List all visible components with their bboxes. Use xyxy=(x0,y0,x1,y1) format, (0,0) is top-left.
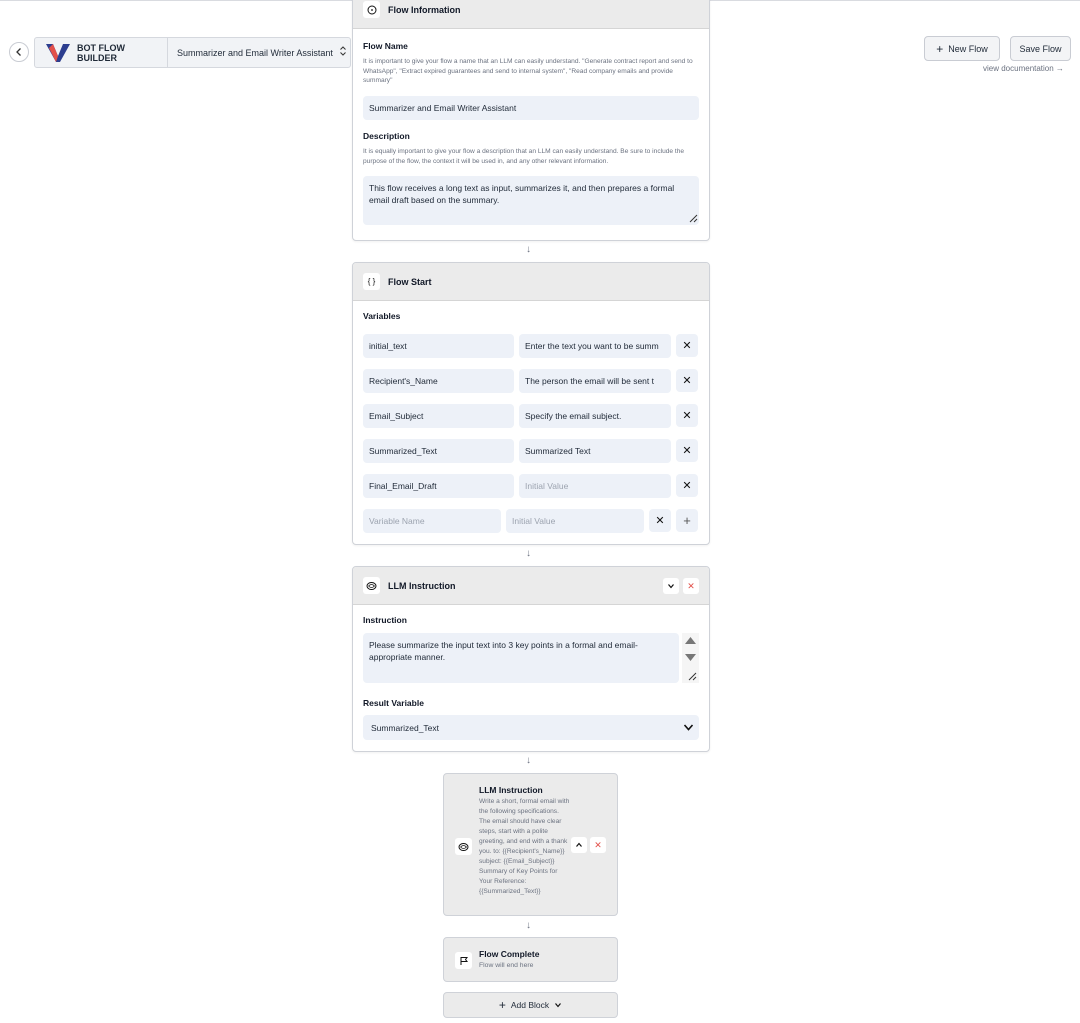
add-block-button[interactable]: + Add Block xyxy=(443,992,618,1018)
close-icon: ✕ xyxy=(594,839,602,850)
new-variable-value-input[interactable]: Initial Value xyxy=(506,509,644,533)
close-icon: ✕ xyxy=(687,580,695,591)
brain-icon xyxy=(455,838,472,855)
variable-value-input[interactable]: Enter the text you want to be summ xyxy=(519,334,671,358)
variable-name-input[interactable]: initial_text xyxy=(363,334,514,358)
flow-complete-title: Flow Complete xyxy=(479,949,540,959)
block-title: LLM Instruction xyxy=(479,785,543,795)
chevron-down-icon xyxy=(555,1003,562,1008)
view-documentation-link[interactable]: view documentation → xyxy=(983,64,1064,73)
save-flow-button[interactable]: Save Flow xyxy=(1010,36,1071,61)
llm-instruction-collapsed-card[interactable]: LLM Instruction Write a short, formal em… xyxy=(443,773,618,916)
flow-selector[interactable]: Summarizer and Email Writer Assistant xyxy=(177,48,333,58)
chevron-left-icon xyxy=(16,48,21,56)
braces-icon: { } xyxy=(363,273,380,290)
flag-icon xyxy=(455,952,472,969)
delete-block-button[interactable]: ✕ xyxy=(590,837,606,853)
block-summary: Write a short, formal email with the fol… xyxy=(479,798,570,895)
chevron-up-down-icon[interactable] xyxy=(339,44,347,62)
plus-icon: + xyxy=(936,41,944,56)
flow-complete-subtitle: Flow will end here xyxy=(479,962,534,969)
flow-start-card: { } Flow Start Variables initial_text En… xyxy=(352,262,710,545)
plus-icon: + xyxy=(683,513,691,528)
remove-variable-button[interactable]: ✕ xyxy=(676,334,698,357)
delete-block-button[interactable]: ✕ xyxy=(683,578,699,594)
new-variable-name-input[interactable]: Variable Name xyxy=(363,509,501,533)
add-variable-button[interactable]: + xyxy=(676,509,698,532)
close-icon: ✕ xyxy=(682,375,692,387)
brand-logo xyxy=(43,38,73,67)
variable-value-input[interactable]: Specify the email subject. xyxy=(519,404,671,428)
remove-variable-button[interactable]: ✕ xyxy=(676,439,698,462)
back-button[interactable] xyxy=(9,42,29,62)
variables-label: Variables xyxy=(363,311,401,321)
arrow-down-icon: ↓ xyxy=(526,755,531,766)
close-icon: ✕ xyxy=(655,515,665,527)
remove-variable-button[interactable]: ✕ xyxy=(676,404,698,427)
remove-variable-button[interactable]: ✕ xyxy=(676,369,698,392)
clear-variable-button[interactable]: ✕ xyxy=(649,509,671,532)
result-variable-select[interactable]: Summarized_Text xyxy=(363,715,699,740)
instruction-textarea[interactable]: Please summarize the input text into 3 k… xyxy=(363,633,679,683)
variable-name-input[interactable]: Summarized_Text xyxy=(363,439,514,463)
flow-name-help: It is important to give your flow a name… xyxy=(363,58,693,84)
card-title: LLM Instruction xyxy=(388,580,456,591)
close-icon: ✕ xyxy=(682,480,692,492)
variable-value-input[interactable]: Initial Value xyxy=(519,474,671,498)
llm-instruction-card: LLM Instruction ✕ Instruction Please sum… xyxy=(352,566,710,752)
close-icon: ✕ xyxy=(682,445,692,457)
new-flow-button[interactable]: + New Flow xyxy=(924,36,1000,61)
variable-value-input[interactable]: Summarized Text xyxy=(519,439,671,463)
scrollbar[interactable] xyxy=(682,633,699,683)
info-icon xyxy=(363,1,380,18)
description-help: It is equally important to give your flo… xyxy=(363,148,685,165)
divider xyxy=(167,38,168,67)
flow-name-input[interactable]: Summarizer and Email Writer Assistant xyxy=(363,96,699,120)
card-header: Flow Information xyxy=(353,0,709,29)
plus-icon: + xyxy=(498,998,506,1012)
flow-complete-card[interactable]: Flow Complete Flow will end here xyxy=(443,937,618,982)
brain-icon xyxy=(363,577,380,594)
variable-name-input[interactable]: Email_Subject xyxy=(363,404,514,428)
result-variable-value: Summarized_Text xyxy=(371,722,440,733)
variable-name-input[interactable]: Recipient's_Name xyxy=(363,369,514,393)
arrow-down-icon: ↓ xyxy=(526,244,531,255)
new-flow-label: New Flow xyxy=(948,43,988,54)
save-flow-label: Save Flow xyxy=(1019,43,1062,54)
card-header: LLM Instruction ✕ xyxy=(353,567,709,605)
description-textarea[interactable]: This flow receives a long text as input,… xyxy=(363,176,699,225)
instruction-label: Instruction xyxy=(363,615,407,625)
close-icon: ✕ xyxy=(682,410,692,422)
brand-title: BOT FLOW BUILDER xyxy=(77,42,125,63)
arrow-down-icon: ↓ xyxy=(526,920,531,931)
variable-name-input[interactable]: Final_Email_Draft xyxy=(363,474,514,498)
flow-name-label: Flow Name xyxy=(363,41,408,51)
arrow-down-icon: ↓ xyxy=(526,548,531,559)
close-icon: ✕ xyxy=(682,340,692,352)
collapse-button[interactable] xyxy=(663,578,679,594)
remove-variable-button[interactable]: ✕ xyxy=(676,474,698,497)
card-title: Flow Start xyxy=(388,276,432,287)
brand-bar: BOT FLOW BUILDER Summarizer and Email Wr… xyxy=(34,37,351,68)
chevron-down-icon xyxy=(668,584,674,589)
chevron-up-icon xyxy=(576,842,582,847)
expand-button[interactable] xyxy=(571,837,587,853)
result-variable-label: Result Variable xyxy=(363,698,424,708)
description-label: Description xyxy=(363,131,410,141)
flow-information-card: Flow Information Flow Name It is importa… xyxy=(352,0,710,241)
resize-handle-icon[interactable] xyxy=(688,213,698,223)
card-title: Flow Information xyxy=(388,4,461,15)
chevron-down-icon[interactable] xyxy=(683,723,694,732)
variable-value-input[interactable]: The person the email will be sent t xyxy=(519,369,671,393)
add-block-label: Add Block xyxy=(510,1000,550,1010)
card-header: { } Flow Start xyxy=(353,263,709,301)
